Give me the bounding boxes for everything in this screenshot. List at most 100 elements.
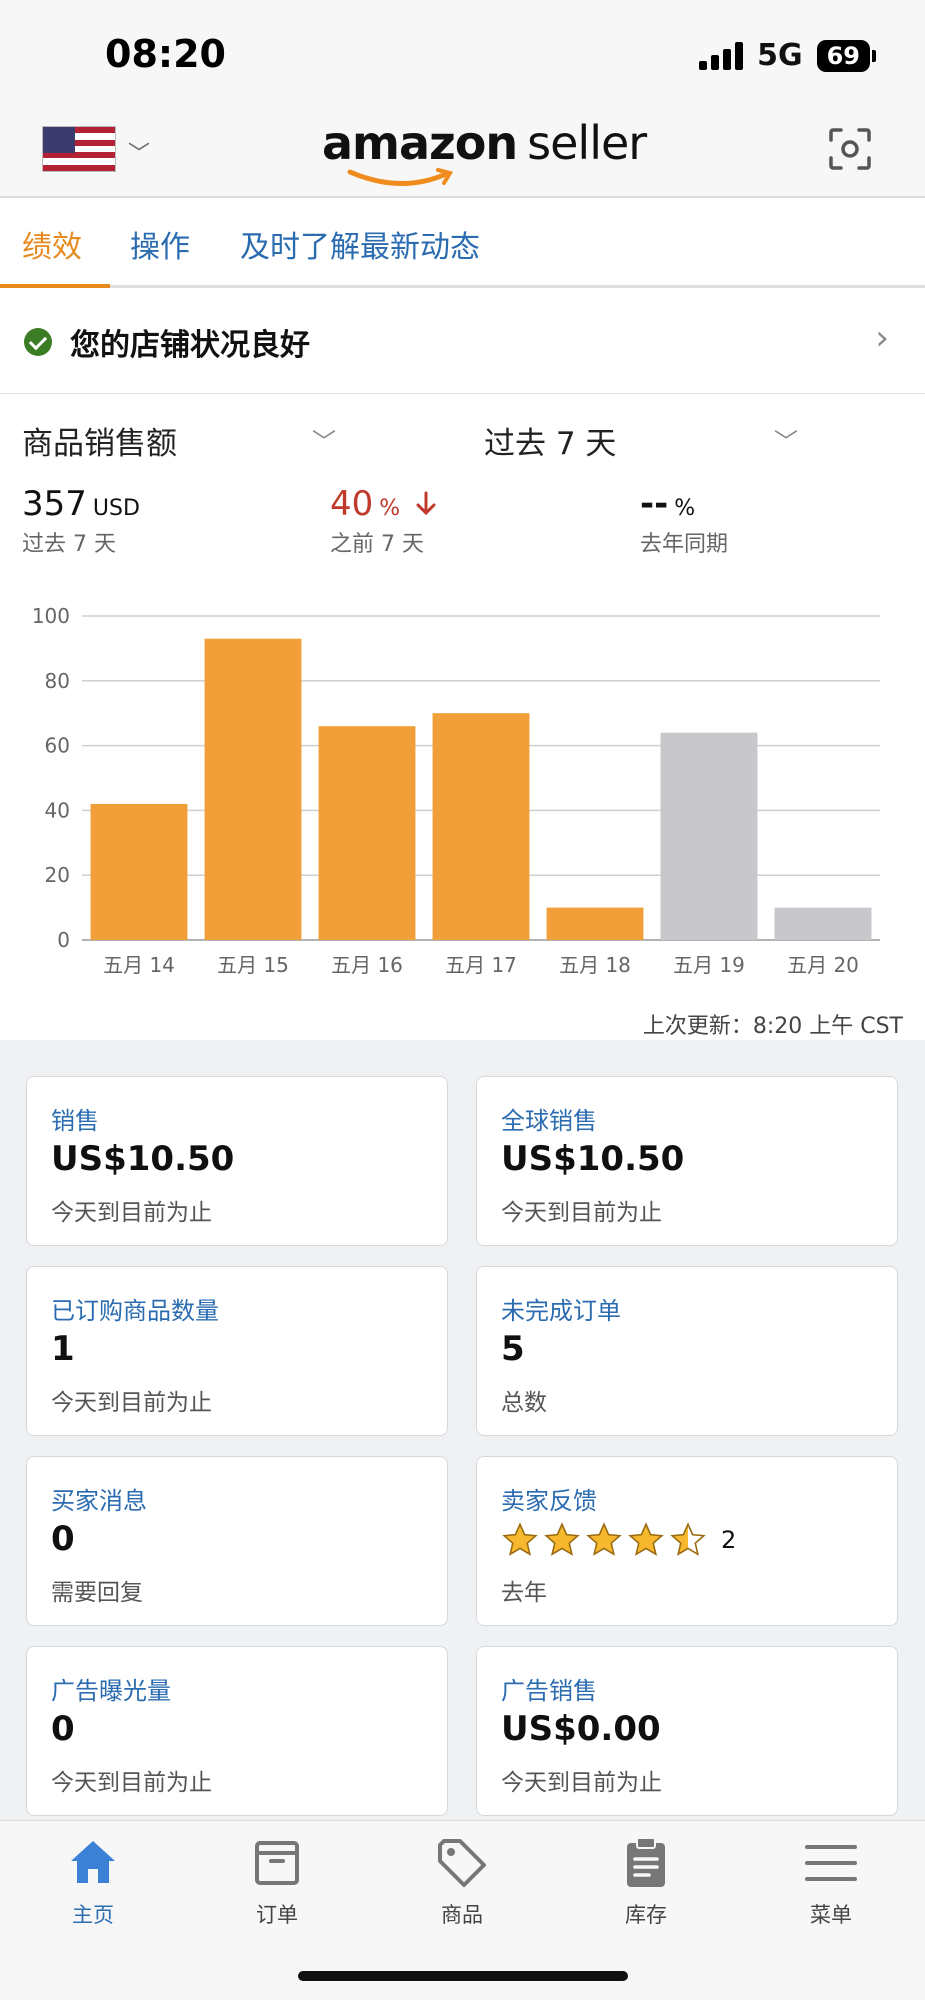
card-title: 已订购商品数量 (51, 1297, 219, 1325)
card-subtitle: 今天到目前为止 (501, 1770, 662, 1796)
star-full-icon (544, 1522, 580, 1556)
chevron-down-icon[interactable]: ﹀ (774, 422, 798, 457)
chart-bar[interactable] (774, 907, 872, 940)
y-tick-label: 0 (57, 928, 70, 952)
card-value: 5 (501, 1329, 525, 1369)
store-status-row[interactable]: 您的店铺状况良好 › (0, 288, 925, 394)
tab-operations[interactable]: 操作 (130, 222, 190, 266)
chart-bar[interactable] (90, 803, 188, 940)
last-updated-text: 上次更新：8:20 上午 CST (642, 1014, 903, 1039)
status-indicators: 5G 69 (699, 38, 877, 73)
card-subtitle: 今天到目前为止 (51, 1770, 212, 1796)
nav-inventory[interactable]: 库存 (581, 1835, 711, 1929)
change-value-unit: % (379, 496, 401, 521)
card-subtitle: 去年 (501, 1580, 547, 1606)
card-title: 销售 (51, 1107, 99, 1135)
card-ad-impressions[interactable]: 广告曝光量 0 今天到目前为止 (26, 1646, 448, 1816)
nav-products[interactable]: 商品 (397, 1835, 527, 1929)
star-rating: 2 (501, 1521, 736, 1559)
battery-icon: 69 (816, 39, 877, 72)
card-open-orders[interactable]: 未完成订单 5 总数 (476, 1266, 898, 1436)
tab-latest-updates[interactable]: 及时了解最新动态 (240, 222, 480, 266)
chart-bar[interactable] (318, 726, 416, 940)
card-sales[interactable]: 销售 US$10.50 今天到目前为止 (26, 1076, 448, 1246)
nav-home[interactable]: 主页 (28, 1835, 158, 1929)
status-time: 08:20 (105, 32, 226, 76)
tag-icon (438, 1839, 486, 1887)
y-tick-label: 40 (45, 798, 70, 822)
x-tick-label: 五月 20 (787, 953, 859, 977)
card-subtitle: 今天到目前为止 (51, 1390, 212, 1416)
home-indicator[interactable] (298, 1971, 628, 1981)
y-tick-label: 100 (32, 604, 70, 628)
x-tick-label: 五月 18 (559, 953, 631, 977)
yoy-value-number: -- (640, 484, 669, 524)
card-buyer-messages[interactable]: 买家消息 0 需要回复 (26, 1456, 448, 1626)
feedback-count: 2 (721, 1526, 737, 1554)
sales-summary: 357 USD 过去 7 天 40% 之前 7 天 --% 去年同期 (0, 474, 925, 584)
card-subtitle: 今天到目前为止 (501, 1200, 662, 1226)
scan-icon[interactable] (827, 126, 873, 172)
amazon-seller-logo: amazon seller (322, 116, 647, 187)
card-units-ordered[interactable]: 已订购商品数量 1 今天到目前为止 (26, 1266, 448, 1436)
star-half-icon (670, 1522, 706, 1556)
card-title: 广告销售 (501, 1677, 597, 1705)
current-sales-value: 357 USD (22, 484, 140, 524)
us-flag-icon[interactable] (42, 126, 116, 172)
current-value-number: 357 (22, 484, 87, 524)
yoy-period-label: 去年同期 (640, 532, 729, 557)
bar-chart: 0 20 40 60 80 100 五月 14 五月 15 五月 16 五月 17 五月 18 五月 … (32, 604, 880, 977)
star-full-icon (628, 1522, 664, 1556)
card-title: 买家消息 (51, 1487, 147, 1515)
card-ad-sales[interactable]: 广告销售 US$0.00 今天到目前为止 (476, 1646, 898, 1816)
nav-label: 主页 (72, 1903, 114, 1927)
nav-orders[interactable]: 订单 (212, 1835, 342, 1929)
yoy-value-unit: % (674, 496, 696, 521)
period-dropdown[interactable]: 过去 7 天 (484, 418, 616, 463)
card-global-sales[interactable]: 全球销售 US$10.50 今天到目前为止 (476, 1076, 898, 1246)
star-full-icon (502, 1522, 538, 1556)
metric-cards: 销售 US$10.50 今天到目前为止 全球销售 US$10.50 今天到目前为… (0, 1040, 925, 1820)
chart-bar[interactable] (432, 713, 530, 940)
card-seller-feedback[interactable]: 卖家反馈 2 去年 (476, 1456, 898, 1626)
network-type: 5G (757, 38, 803, 73)
chart-bar[interactable] (204, 638, 302, 940)
chart-bar[interactable] (660, 732, 758, 940)
yoy-value: --% (640, 484, 695, 524)
metric-dropdown[interactable]: 商品销售额 (22, 418, 177, 463)
home-icon (71, 1841, 115, 1883)
chevron-down-icon[interactable]: ﹀ (128, 136, 150, 168)
clipboard-icon (627, 1837, 665, 1887)
y-tick-label: 60 (45, 734, 70, 758)
sales-chart: 0 20 40 60 80 100 五月 14 五月 15 五月 16 五月 17 五月 18 五月 … (0, 584, 925, 1040)
card-subtitle: 需要回复 (51, 1580, 143, 1606)
card-value: 1 (51, 1329, 75, 1369)
chevron-down-icon[interactable]: ﹀ (312, 422, 336, 457)
card-value: US$10.50 (51, 1139, 235, 1179)
x-tick-label: 五月 19 (673, 953, 745, 977)
nav-label: 订单 (256, 1903, 298, 1927)
x-tick-label: 五月 14 (103, 953, 175, 977)
nav-menu[interactable]: 菜单 (766, 1835, 896, 1929)
logo-main: amazon (322, 116, 518, 170)
app-header: ﹀ amazon seller (0, 110, 925, 198)
bottom-nav: 主页 订单 商品 库存 菜单 (0, 1820, 925, 2000)
logo-sub: seller (527, 116, 647, 170)
current-value-unit: USD (92, 496, 140, 521)
nav-label: 菜单 (810, 1903, 852, 1927)
card-subtitle: 总数 (501, 1390, 547, 1416)
orders-icon (255, 1841, 299, 1885)
check-circle-icon (24, 328, 52, 356)
card-title: 未完成订单 (501, 1297, 621, 1325)
change-value-number: 40 (330, 484, 374, 524)
nav-label: 商品 (441, 1903, 483, 1927)
tab-performance[interactable]: 绩效 (22, 222, 82, 266)
current-period-label: 过去 7 天 (22, 532, 116, 557)
store-status-text: 您的店铺状况良好 (70, 328, 310, 363)
chart-bar[interactable] (546, 907, 644, 940)
top-tabs: 绩效 操作 及时了解最新动态 (0, 198, 925, 288)
change-value: 40% (330, 484, 437, 524)
card-value: 0 (51, 1519, 75, 1559)
nav-label: 库存 (625, 1903, 667, 1927)
card-value: US$0.00 (501, 1709, 661, 1749)
